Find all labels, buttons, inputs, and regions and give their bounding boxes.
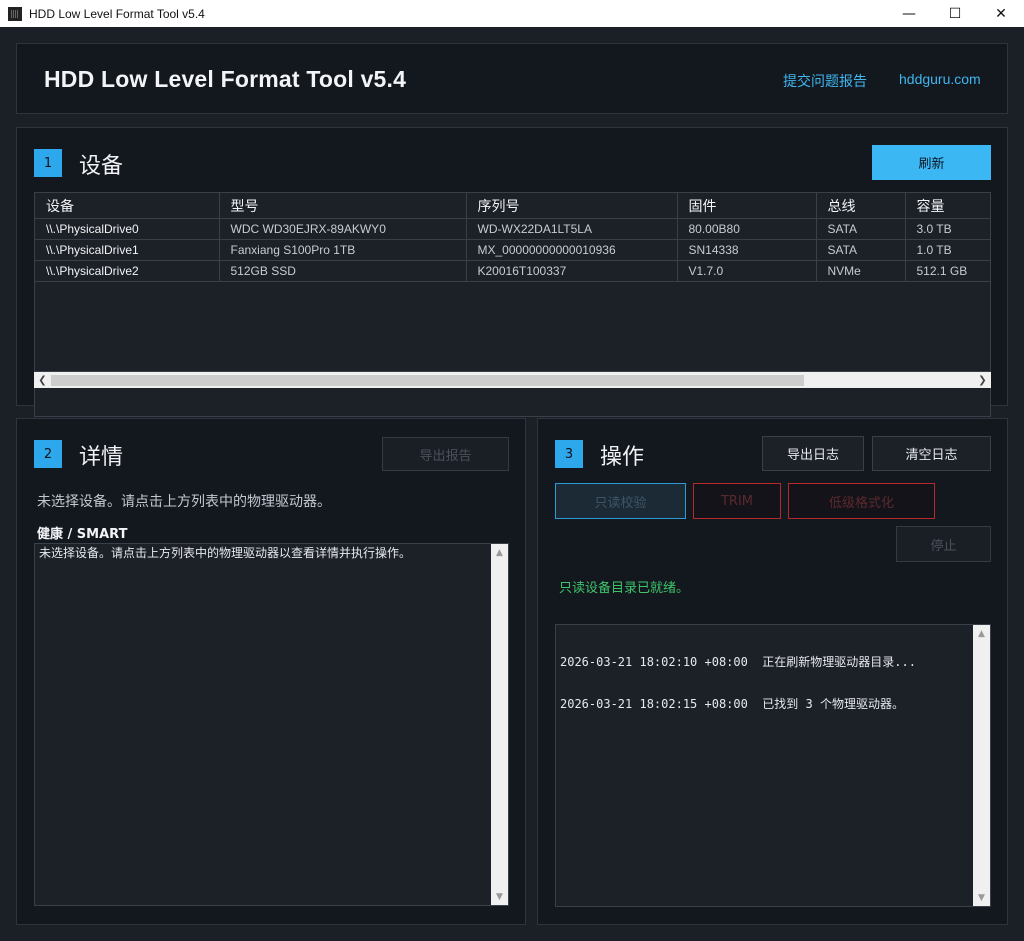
scroll-up-icon[interactable]: ▲ [491,544,508,561]
report-issue-link[interactable]: 提交问题报告 [783,71,867,91]
header-panel: HDD Low Level Format Tool v5.4 提交问题报告 hd… [16,43,1008,114]
cell-firmware: SN14338 [677,239,817,261]
devices-title: 设备 [79,154,124,179]
cell-serial: K20016T100337 [466,260,678,282]
app-icon [8,6,22,21]
minimize-button[interactable]: — [886,0,932,27]
window-title: HDD Low Level Format Tool v5.4 [29,6,205,21]
cell-bus: SATA [816,239,906,261]
vertical-scrollbar[interactable]: ▲ ▼ [973,625,990,906]
read-only-verify-button[interactable]: 只读校验 [555,483,686,519]
status-text: 只读设备目录已就绪。 [559,581,690,596]
trim-button[interactable]: TRIM [693,483,781,519]
table-row[interactable]: \\.\PhysicalDrive1 Fanxiang S100Pro 1TB … [35,239,990,261]
cell-model: Fanxiang S100Pro 1TB [219,239,467,261]
details-title: 详情 [79,445,124,470]
section-number: 2 [34,440,62,468]
section-number: 3 [555,440,583,468]
no-selection-text: 未选择设备。请点击上方列表中的物理驱动器。 [37,494,331,510]
operations-panel: 3 操作 导出日志 清空日志 只读校验 TRIM 低级格式化 停止 只读设备目录… [537,418,1008,925]
log-line: 2026-03-21 18:02:10 +08:00 正在刷新物理驱动器目录..… [560,655,916,669]
log-line: 2026-03-21 18:02:15 +08:00 已找到 3 个物理驱动器。 [560,697,904,711]
app-title: HDD Low Level Format Tool v5.4 [44,66,407,92]
cell-device: \\.\PhysicalDrive2 [35,260,220,282]
cell-firmware: V1.7.0 [677,260,817,282]
export-log-button[interactable]: 导出日志 [762,436,864,471]
refresh-button[interactable]: 刷新 [872,145,991,180]
column-header-firmware[interactable]: 固件 [677,193,817,219]
operations-title: 操作 [600,445,645,470]
scroll-down-icon[interactable]: ▼ [973,889,990,906]
cell-device: \\.\PhysicalDrive1 [35,239,220,261]
scrollbar-thumb[interactable] [51,375,804,386]
table-row[interactable]: \\.\PhysicalDrive0 WDC WD30EJRX-89AKWY0 … [35,218,990,240]
cell-model: 512GB SSD [219,260,467,282]
cell-serial: MX_00000000000010936 [466,239,678,261]
column-header-device[interactable]: 设备 [35,193,220,219]
details-panel: 2 详情 导出报告 未选择设备。请点击上方列表中的物理驱动器。 健康 / SMA… [16,418,526,925]
table-row[interactable]: \\.\PhysicalDrive2 512GB SSD K20016T1003… [35,260,990,282]
health-text: 未选择设备。请点击上方列表中的物理驱动器以查看详情并执行操作。 [39,546,412,560]
cell-bus: NVMe [816,260,906,282]
health-smart-label: 健康 / SMART [37,527,128,542]
cell-capacity: 512.1 GB [905,260,990,282]
window-titlebar: HDD Low Level Format Tool v5.4 — ☐ ✕ [0,0,1024,27]
cell-capacity: 1.0 TB [905,239,990,261]
log-textbox[interactable]: 2026-03-21 18:02:10 +08:00 正在刷新物理驱动器目录..… [555,624,991,907]
health-textbox[interactable]: 未选择设备。请点击上方列表中的物理驱动器以查看详情并执行操作。 ▲ ▼ [34,543,509,906]
column-header-serial[interactable]: 序列号 [466,193,678,219]
cell-bus: SATA [816,218,906,240]
log-content: 2026-03-21 18:02:10 +08:00 正在刷新物理驱动器目录..… [560,627,916,739]
website-link[interactable]: hddguru.com [899,71,981,87]
column-header-capacity[interactable]: 容量 [905,193,990,219]
maximize-button[interactable]: ☐ [932,0,978,27]
scroll-up-icon[interactable]: ▲ [973,625,990,642]
low-level-format-button[interactable]: 低级格式化 [788,483,935,519]
table-header-row: 设备 型号 序列号 固件 总线 容量 [35,193,990,219]
stop-button[interactable]: 停止 [896,526,991,562]
column-header-model[interactable]: 型号 [219,193,467,219]
cell-serial: WD-WX22DA1LT5LA [466,218,678,240]
export-report-button[interactable]: 导出报告 [382,437,509,471]
horizontal-scrollbar[interactable]: ❮ ❯ [34,371,991,388]
cell-firmware: 80.00B80 [677,218,817,240]
cell-device: \\.\PhysicalDrive0 [35,218,220,240]
clear-log-button[interactable]: 清空日志 [872,436,991,471]
column-header-bus[interactable]: 总线 [816,193,906,219]
scroll-right-icon[interactable]: ❯ [974,372,991,389]
close-button[interactable]: ✕ [978,0,1024,27]
cell-model: WDC WD30EJRX-89AKWY0 [219,218,467,240]
vertical-scrollbar[interactable]: ▲ ▼ [491,544,508,905]
scroll-down-icon[interactable]: ▼ [491,888,508,905]
cell-capacity: 3.0 TB [905,218,990,240]
scroll-left-icon[interactable]: ❮ [34,372,51,389]
section-number: 1 [34,149,62,177]
devices-panel: 1 设备 刷新 设备 型号 序列号 固件 总线 容量 \\.\PhysicalD… [16,127,1008,417]
